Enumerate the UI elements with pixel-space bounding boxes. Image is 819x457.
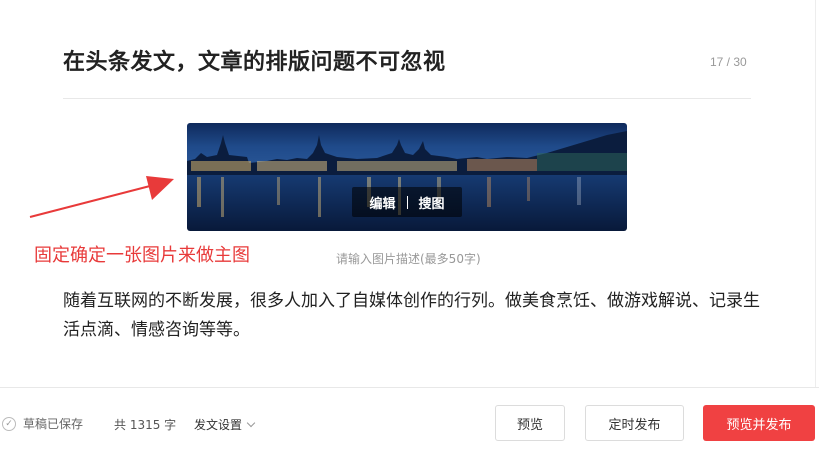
check-icon: ✓ <box>2 416 16 431</box>
chevron-down-icon <box>246 418 256 428</box>
annotation-arrow <box>29 176 174 218</box>
cover-image[interactable]: 编辑 搜图 <box>187 123 627 231</box>
right-border <box>815 0 816 387</box>
save-status: ✓ 草稿已保存 <box>2 415 83 432</box>
title-char-count: 17 / 30 <box>710 55 747 69</box>
preview-button[interactable]: 预览 <box>495 405 565 441</box>
search-image-button[interactable]: 搜图 <box>419 193 445 212</box>
publish-settings-dropdown[interactable]: 发文设置 <box>194 416 256 433</box>
article-body[interactable]: 随着互联网的不断发展，很多人加入了自媒体创作的行列。做美食烹饪、做游戏解说、记录… <box>63 287 763 345</box>
image-caption-input[interactable]: 请输入图片描述(最多50字) <box>336 250 481 267</box>
word-count: 共 1315 字 <box>114 418 177 432</box>
publish-footer: ✓ 草稿已保存 共 1315 字 发文设置 预览 定时发布 预览并发布 <box>0 387 819 457</box>
timed-publish-button[interactable]: 定时发布 <box>585 405 684 441</box>
toolbar-divider <box>406 195 408 209</box>
edit-image-button[interactable]: 编辑 <box>369 193 395 212</box>
image-toolbar: 编辑 搜图 <box>352 187 462 217</box>
preview-and-publish-button[interactable]: 预览并发布 <box>703 405 815 441</box>
save-status-text: 草稿已保存 <box>23 417 84 431</box>
annotation-label: 固定确定一张图片来做主图 <box>34 245 250 266</box>
settings-label: 发文设置 <box>194 418 243 432</box>
